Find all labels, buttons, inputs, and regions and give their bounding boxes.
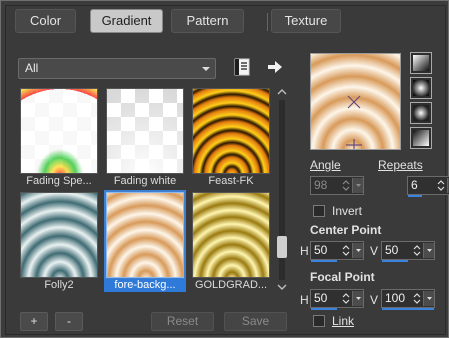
scrollbar-thumb[interactable] [277, 236, 287, 258]
invert-label: Invert [332, 204, 363, 218]
save-button[interactable]: Save [224, 312, 287, 331]
gradient-tile-folly2[interactable]: Folly2 [18, 190, 100, 291]
gradient-thumbnail [106, 88, 184, 174]
gradient-tile-goldgrad[interactable]: GOLDGRAD... [190, 190, 272, 291]
gradient-tile-label: fore-backg... [104, 279, 186, 292]
focal-h-value: 50 [314, 291, 328, 305]
center-v-label: V [370, 244, 379, 258]
center-h-slider-bar[interactable] [311, 260, 337, 262]
gradient-thumbnail [20, 192, 98, 278]
linear-style-icon[interactable] [410, 52, 432, 74]
tab-gradient[interactable]: Gradient [90, 9, 163, 33]
spin-arrows-icon[interactable] [341, 178, 351, 193]
scroll-up-icon[interactable] [277, 88, 287, 96]
scroll-down-icon[interactable] [277, 283, 287, 291]
gallery-scrollbar[interactable] [276, 86, 288, 294]
export-arrow-icon[interactable] [265, 57, 285, 77]
tab-texture[interactable]: Texture [271, 9, 341, 33]
center-h-value: 50 [314, 243, 328, 257]
gradient-tile-label: Fading white [113, 175, 177, 187]
focal-h-stepper[interactable]: 50 [310, 289, 364, 310]
repeats-label: Repeats [378, 158, 423, 172]
tab-divider [267, 13, 268, 31]
focal-point-label: Focal Point [310, 270, 375, 284]
chevron-down-icon[interactable] [423, 291, 434, 306]
gradient-tile-fading-white[interactable]: Fading white [104, 86, 186, 187]
center-v-stepper[interactable]: 50 [381, 241, 435, 262]
center-v-slider-bar[interactable] [382, 260, 408, 262]
gradient-dialog: Color Gradient Pattern Texture All Fadin… [0, 0, 449, 338]
gradient-tile-label: GOLDGRAD... [194, 279, 268, 291]
chevron-down-icon[interactable] [352, 178, 363, 193]
focal-v-stepper[interactable]: 100 [381, 289, 435, 310]
gradient-thumbnail [20, 88, 98, 174]
focal-v-label: V [370, 293, 379, 307]
gradient-tile-label: Feast-FK [208, 175, 254, 187]
chevron-down-icon[interactable] [423, 243, 434, 258]
spin-arrows-icon[interactable] [436, 178, 446, 193]
center-h-stepper[interactable]: 50 [310, 241, 364, 262]
center-v-value: 50 [385, 243, 399, 257]
focal-h-label: H [300, 293, 309, 307]
gradient-preview[interactable] [310, 53, 401, 150]
link-checkbox[interactable] [313, 315, 325, 327]
gradient-tile-fading-spectrum[interactable]: Fading Spe... [18, 86, 100, 187]
spin-arrows-icon[interactable] [341, 243, 351, 258]
reset-button[interactable]: Reset [151, 312, 214, 331]
tab-color[interactable]: Color [15, 9, 76, 33]
focal-h-slider-bar[interactable] [311, 308, 337, 310]
gradient-thumbnail [192, 88, 270, 174]
chevron-down-icon[interactable] [352, 243, 363, 258]
center-h-label: H [300, 244, 309, 258]
rectangular-style-icon[interactable] [410, 77, 432, 99]
category-dropdown[interactable]: All [18, 58, 216, 79]
radial-style-icon[interactable] [410, 127, 432, 149]
tab-pattern[interactable]: Pattern [171, 9, 244, 33]
chevron-down-icon[interactable] [352, 291, 363, 306]
focal-v-value: 100 [385, 291, 406, 305]
center-point-label: Center Point [310, 223, 382, 237]
gradient-file-icon[interactable] [232, 57, 252, 77]
gradient-tile-label: Fading Spe... [26, 175, 92, 187]
gradient-thumbnail [106, 192, 184, 278]
gradient-gallery: Fading Spe... Fading white Feast-FK Foll… [18, 86, 273, 294]
invert-checkbox[interactable] [313, 205, 325, 217]
repeats-value: 6 [411, 178, 418, 192]
focal-v-slider-bar[interactable] [382, 308, 434, 310]
spin-arrows-icon[interactable] [412, 243, 422, 258]
category-dropdown-value: All [25, 61, 39, 75]
repeats-slider-bar[interactable] [408, 195, 422, 197]
gradient-thumbnail [192, 192, 270, 278]
angle-value: 98 [314, 178, 328, 192]
angle-stepper[interactable]: 98 [310, 176, 364, 195]
gradient-tile-fore-background[interactable]: fore-backg... [104, 190, 186, 292]
spin-arrows-icon[interactable] [412, 291, 422, 306]
gradient-tile-feast-fk[interactable]: Feast-FK [190, 86, 272, 187]
gradient-tile-label: Folly2 [44, 279, 74, 291]
angle-label: Angle [310, 158, 341, 172]
repeats-stepper[interactable]: 6 [407, 176, 449, 197]
chevron-down-icon [202, 67, 210, 71]
link-label: Link [332, 314, 355, 328]
sunburst-style-icon[interactable] [410, 102, 432, 124]
spin-arrows-icon[interactable] [341, 291, 351, 306]
remove-gradient-button[interactable]: - [55, 312, 83, 331]
add-gradient-button[interactable]: + [20, 312, 48, 331]
